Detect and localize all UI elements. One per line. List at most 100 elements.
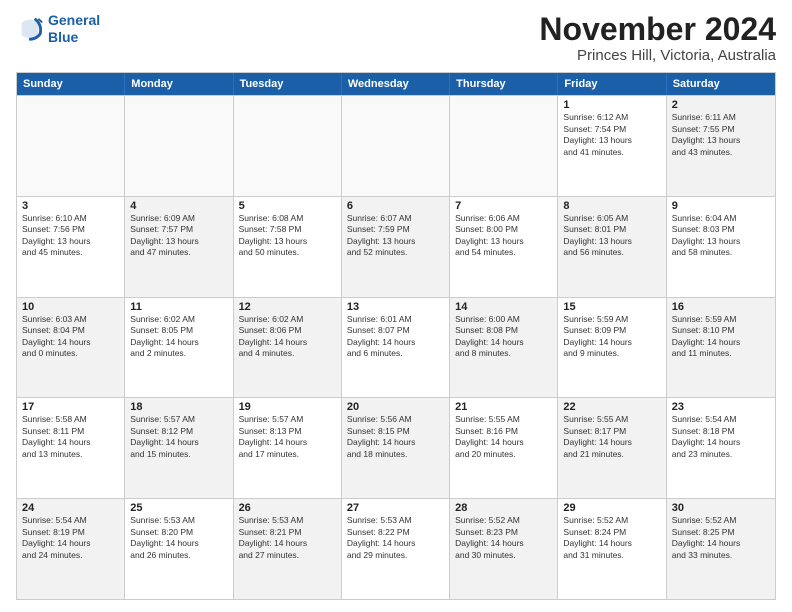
day-number: 9: [672, 200, 770, 212]
calendar-cell: 13Sunrise: 6:01 AM Sunset: 8:07 PM Dayli…: [342, 298, 450, 398]
calendar-cell: 27Sunrise: 5:53 AM Sunset: 8:22 PM Dayli…: [342, 499, 450, 599]
day-number: 21: [455, 401, 552, 413]
day-number: 3: [22, 200, 119, 212]
day-info: Sunrise: 6:01 AM Sunset: 8:07 PM Dayligh…: [347, 314, 444, 360]
logo-icon: [16, 15, 44, 43]
page-subtitle: Princes Hill, Victoria, Australia: [539, 47, 776, 64]
weekday-header-saturday: Saturday: [667, 73, 775, 95]
day-info: Sunrise: 5:54 AM Sunset: 8:18 PM Dayligh…: [672, 414, 770, 460]
calendar-cell: 2Sunrise: 6:11 AM Sunset: 7:55 PM Daylig…: [667, 96, 775, 196]
day-number: 17: [22, 401, 119, 413]
day-number: 22: [563, 401, 660, 413]
day-info: Sunrise: 5:57 AM Sunset: 8:13 PM Dayligh…: [239, 414, 336, 460]
day-info: Sunrise: 6:07 AM Sunset: 7:59 PM Dayligh…: [347, 213, 444, 259]
calendar-cell: 14Sunrise: 6:00 AM Sunset: 8:08 PM Dayli…: [450, 298, 558, 398]
day-number: 6: [347, 200, 444, 212]
day-number: 10: [22, 301, 119, 313]
day-info: Sunrise: 5:53 AM Sunset: 8:22 PM Dayligh…: [347, 515, 444, 561]
calendar-week-5: 24Sunrise: 5:54 AM Sunset: 8:19 PM Dayli…: [17, 498, 775, 599]
day-number: 19: [239, 401, 336, 413]
calendar-week-4: 17Sunrise: 5:58 AM Sunset: 8:11 PM Dayli…: [17, 397, 775, 498]
day-number: 13: [347, 301, 444, 313]
page-title: November 2024: [539, 12, 776, 47]
calendar-cell: 17Sunrise: 5:58 AM Sunset: 8:11 PM Dayli…: [17, 398, 125, 498]
day-info: Sunrise: 6:12 AM Sunset: 7:54 PM Dayligh…: [563, 112, 660, 158]
day-info: Sunrise: 6:02 AM Sunset: 8:05 PM Dayligh…: [130, 314, 227, 360]
day-number: 2: [672, 99, 770, 111]
day-info: Sunrise: 6:06 AM Sunset: 8:00 PM Dayligh…: [455, 213, 552, 259]
day-info: Sunrise: 5:57 AM Sunset: 8:12 PM Dayligh…: [130, 414, 227, 460]
day-number: 15: [563, 301, 660, 313]
day-info: Sunrise: 6:08 AM Sunset: 7:58 PM Dayligh…: [239, 213, 336, 259]
calendar-cell: [17, 96, 125, 196]
day-number: 29: [563, 502, 660, 514]
day-info: Sunrise: 5:58 AM Sunset: 8:11 PM Dayligh…: [22, 414, 119, 460]
day-number: 25: [130, 502, 227, 514]
logo: General Blue: [16, 12, 100, 46]
day-number: 30: [672, 502, 770, 514]
day-info: Sunrise: 5:55 AM Sunset: 8:16 PM Dayligh…: [455, 414, 552, 460]
calendar-cell: 25Sunrise: 5:53 AM Sunset: 8:20 PM Dayli…: [125, 499, 233, 599]
day-number: 4: [130, 200, 227, 212]
weekday-header-thursday: Thursday: [450, 73, 558, 95]
calendar-cell: 10Sunrise: 6:03 AM Sunset: 8:04 PM Dayli…: [17, 298, 125, 398]
calendar-cell: 11Sunrise: 6:02 AM Sunset: 8:05 PM Dayli…: [125, 298, 233, 398]
calendar-cell: 4Sunrise: 6:09 AM Sunset: 7:57 PM Daylig…: [125, 197, 233, 297]
calendar-cell: [342, 96, 450, 196]
calendar-cell: 23Sunrise: 5:54 AM Sunset: 8:18 PM Dayli…: [667, 398, 775, 498]
calendar-body: 1Sunrise: 6:12 AM Sunset: 7:54 PM Daylig…: [17, 95, 775, 599]
logo-line2: Blue: [48, 29, 78, 45]
calendar-week-1: 1Sunrise: 6:12 AM Sunset: 7:54 PM Daylig…: [17, 95, 775, 196]
calendar-cell: 30Sunrise: 5:52 AM Sunset: 8:25 PM Dayli…: [667, 499, 775, 599]
page: General Blue November 2024 Princes Hill,…: [0, 0, 792, 612]
calendar-cell: 21Sunrise: 5:55 AM Sunset: 8:16 PM Dayli…: [450, 398, 558, 498]
calendar-cell: [234, 96, 342, 196]
day-number: 16: [672, 301, 770, 313]
calendar-cell: 26Sunrise: 5:53 AM Sunset: 8:21 PM Dayli…: [234, 499, 342, 599]
calendar-cell: 5Sunrise: 6:08 AM Sunset: 7:58 PM Daylig…: [234, 197, 342, 297]
calendar-header: SundayMondayTuesdayWednesdayThursdayFrid…: [17, 73, 775, 95]
calendar-cell: 12Sunrise: 6:02 AM Sunset: 8:06 PM Dayli…: [234, 298, 342, 398]
calendar-cell: [450, 96, 558, 196]
weekday-header-sunday: Sunday: [17, 73, 125, 95]
calendar-cell: 9Sunrise: 6:04 AM Sunset: 8:03 PM Daylig…: [667, 197, 775, 297]
day-number: 26: [239, 502, 336, 514]
calendar-cell: 22Sunrise: 5:55 AM Sunset: 8:17 PM Dayli…: [558, 398, 666, 498]
calendar-week-2: 3Sunrise: 6:10 AM Sunset: 7:56 PM Daylig…: [17, 196, 775, 297]
calendar-week-3: 10Sunrise: 6:03 AM Sunset: 8:04 PM Dayli…: [17, 297, 775, 398]
day-number: 11: [130, 301, 227, 313]
day-info: Sunrise: 5:52 AM Sunset: 8:25 PM Dayligh…: [672, 515, 770, 561]
day-info: Sunrise: 5:59 AM Sunset: 8:09 PM Dayligh…: [563, 314, 660, 360]
calendar-cell: 6Sunrise: 6:07 AM Sunset: 7:59 PM Daylig…: [342, 197, 450, 297]
weekday-header-friday: Friday: [558, 73, 666, 95]
calendar-cell: 18Sunrise: 5:57 AM Sunset: 8:12 PM Dayli…: [125, 398, 233, 498]
day-number: 18: [130, 401, 227, 413]
calendar-cell: 3Sunrise: 6:10 AM Sunset: 7:56 PM Daylig…: [17, 197, 125, 297]
calendar-cell: 29Sunrise: 5:52 AM Sunset: 8:24 PM Dayli…: [558, 499, 666, 599]
day-number: 27: [347, 502, 444, 514]
day-info: Sunrise: 6:00 AM Sunset: 8:08 PM Dayligh…: [455, 314, 552, 360]
day-number: 5: [239, 200, 336, 212]
day-info: Sunrise: 5:52 AM Sunset: 8:23 PM Dayligh…: [455, 515, 552, 561]
day-number: 8: [563, 200, 660, 212]
weekday-header-monday: Monday: [125, 73, 233, 95]
weekday-header-tuesday: Tuesday: [234, 73, 342, 95]
calendar-cell: [125, 96, 233, 196]
day-number: 14: [455, 301, 552, 313]
logo-text: General Blue: [48, 12, 100, 46]
day-number: 24: [22, 502, 119, 514]
header: General Blue November 2024 Princes Hill,…: [16, 12, 776, 64]
calendar-cell: 16Sunrise: 5:59 AM Sunset: 8:10 PM Dayli…: [667, 298, 775, 398]
calendar-cell: 1Sunrise: 6:12 AM Sunset: 7:54 PM Daylig…: [558, 96, 666, 196]
calendar: SundayMondayTuesdayWednesdayThursdayFrid…: [16, 72, 776, 600]
day-info: Sunrise: 5:59 AM Sunset: 8:10 PM Dayligh…: [672, 314, 770, 360]
day-info: Sunrise: 6:04 AM Sunset: 8:03 PM Dayligh…: [672, 213, 770, 259]
day-info: Sunrise: 6:05 AM Sunset: 8:01 PM Dayligh…: [563, 213, 660, 259]
day-info: Sunrise: 6:03 AM Sunset: 8:04 PM Dayligh…: [22, 314, 119, 360]
day-info: Sunrise: 5:53 AM Sunset: 8:21 PM Dayligh…: [239, 515, 336, 561]
calendar-cell: 15Sunrise: 5:59 AM Sunset: 8:09 PM Dayli…: [558, 298, 666, 398]
day-number: 7: [455, 200, 552, 212]
day-info: Sunrise: 5:52 AM Sunset: 8:24 PM Dayligh…: [563, 515, 660, 561]
day-info: Sunrise: 6:10 AM Sunset: 7:56 PM Dayligh…: [22, 213, 119, 259]
day-info: Sunrise: 5:56 AM Sunset: 8:15 PM Dayligh…: [347, 414, 444, 460]
